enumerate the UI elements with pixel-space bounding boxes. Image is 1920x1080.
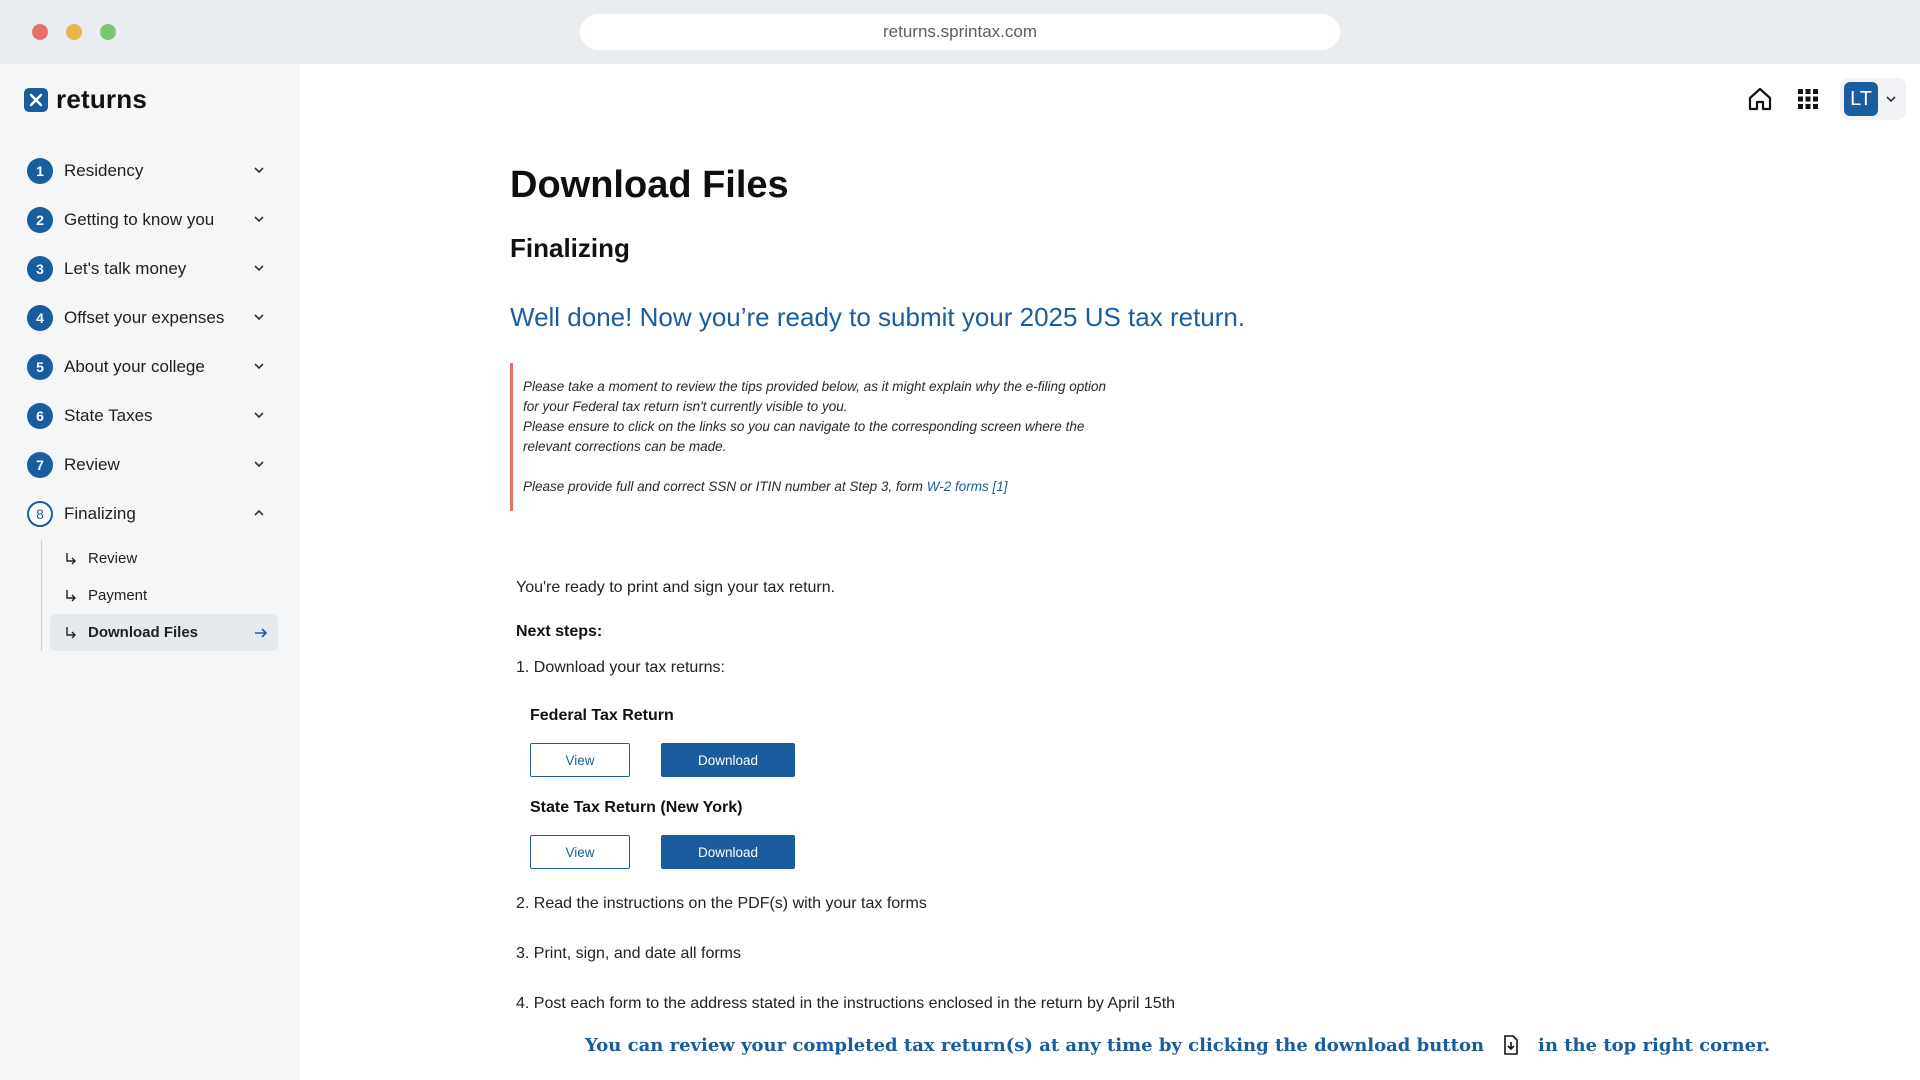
sidebar-substep-payment[interactable]: Payment <box>50 577 278 614</box>
step-navigation: 1 Residency 2 Getting to know you 3 Let'… <box>24 146 278 651</box>
page-subtitle: Finalizing <box>510 233 630 263</box>
substep-label: Review <box>88 550 138 567</box>
review-footnote: You can review your completed tax return… <box>585 1034 1770 1056</box>
window-controls <box>32 24 116 40</box>
state-return-title: State Tax Return (New York) <box>530 799 743 816</box>
federal-view-button[interactable]: View <box>530 743 630 777</box>
tax-returns-downloads: Federal Tax Return View Download State T… <box>530 707 1810 869</box>
chevron-down-icon <box>254 216 264 223</box>
footnote-text-before: You can review your completed tax return… <box>585 1034 1485 1056</box>
notice-line: Please provide full and correct SSN or I… <box>523 477 1210 497</box>
next-step-4: 4. Post each form to the address stated … <box>516 995 1176 1012</box>
sidebar-substep-review[interactable]: Review <box>50 540 278 577</box>
return-arrow-icon <box>66 552 76 564</box>
substep-label: Download Files <box>88 624 199 641</box>
notice-ssn-text: Please provide full and correct SSN or I… <box>523 479 923 494</box>
step-label: Getting to know you <box>64 209 215 229</box>
home-icon <box>1748 87 1772 111</box>
success-message: Well done! Now you’re ready to submit yo… <box>510 302 1246 332</box>
header-actions: LT <box>1744 78 1906 120</box>
chevron-down-icon <box>254 363 264 370</box>
step-number: 3 <box>27 255 53 282</box>
step-label: Finalizing <box>64 503 136 523</box>
step-number: 4 <box>27 304 53 331</box>
address-bar-url: returns.sprintax.com <box>883 22 1037 41</box>
step-label: Offset your expenses <box>64 307 225 327</box>
minimize-window-button[interactable] <box>66 24 82 40</box>
sidebar-step-getting-to-know-you[interactable]: 2 Getting to know you <box>24 195 278 244</box>
step-label: About your college <box>64 356 205 376</box>
sidebar-step-offset-your-expenses[interactable]: 4 Offset your expenses <box>24 293 278 342</box>
sidebar-step-about-your-college[interactable]: 5 About your college <box>24 342 278 391</box>
return-arrow-icon <box>66 589 76 601</box>
notice-line: Please take a moment to review the tips … <box>523 379 1107 394</box>
close-window-button[interactable] <box>32 24 48 40</box>
step-label: State Taxes <box>64 405 153 425</box>
main-content: LT Download Files Finalizing Well done! … <box>300 64 1920 1080</box>
step-number: 1 <box>27 157 53 184</box>
efiling-notice: Please take a moment to review the tips … <box>510 363 1210 511</box>
apps-grid-icon <box>1798 89 1818 109</box>
browser-chrome: returns.sprintax.com <box>0 0 1920 64</box>
finalizing-substeps: Review Payment Download Files <box>41 540 278 651</box>
sidebar-step-review[interactable]: 7 Review <box>24 440 278 489</box>
address-bar[interactable]: returns.sprintax.com <box>580 14 1340 50</box>
sidebar-step-residency[interactable]: 1 Residency <box>24 146 278 195</box>
state-download-button[interactable]: Download <box>661 835 795 869</box>
step-number: 2 <box>27 206 53 233</box>
chevron-down-icon <box>254 314 264 321</box>
sidebar-step-lets-talk-money[interactable]: 3 Let's talk money <box>24 244 278 293</box>
chevron-down-icon <box>254 265 264 272</box>
footnote-text-after: in the top right corner. <box>1538 1034 1771 1056</box>
notice-line: for your Federal tax return isn't curren… <box>523 399 848 414</box>
w2-forms-link[interactable]: W-2 forms [1] <box>927 479 1008 494</box>
next-steps-heading: Next steps: <box>516 623 603 640</box>
page-content: Download Files Finalizing Well done! Now… <box>510 164 1810 1013</box>
logo-icon <box>24 87 48 112</box>
chevron-down-icon <box>254 461 264 468</box>
user-menu[interactable]: LT <box>1840 78 1906 120</box>
file-download-icon <box>1504 1035 1518 1055</box>
state-view-button[interactable]: View <box>530 835 630 869</box>
step-number: 8 <box>27 500 53 527</box>
avatar: LT <box>1844 82 1878 116</box>
sidebar-substep-download-files[interactable]: Download Files <box>50 614 278 651</box>
step-number: 5 <box>27 353 53 380</box>
notice-line: relevant corrections can be made. <box>523 439 727 454</box>
chevron-up-icon <box>254 509 264 516</box>
notice-line: Please ensure to click on the links so y… <box>523 419 1085 434</box>
ready-text: You're ready to print and sign your tax … <box>516 579 836 596</box>
return-arrow-icon <box>66 626 76 638</box>
sidebar-step-state-taxes[interactable]: 6 State Taxes <box>24 391 278 440</box>
chevron-down-icon <box>254 167 264 174</box>
page-title: Download Files <box>510 164 789 206</box>
step-number: 6 <box>27 402 53 429</box>
arrow-right-icon <box>255 628 268 638</box>
sidebar-step-finalizing[interactable]: 8 Finalizing <box>24 489 278 538</box>
federal-download-button[interactable]: Download <box>661 743 795 777</box>
sidebar: returns 1 Residency 2 Getting to know yo… <box>0 64 300 1080</box>
next-step-1: 1. Download your tax returns: <box>516 659 725 676</box>
federal-return-actions: View Download <box>530 743 1810 777</box>
chevron-down-icon <box>1886 96 1896 103</box>
next-step-2: 2. Read the instructions on the PDF(s) w… <box>516 895 927 912</box>
substep-label: Payment <box>88 587 148 604</box>
federal-return-title: Federal Tax Return <box>530 707 674 724</box>
chevron-down-icon <box>254 412 264 419</box>
next-step-3: 3. Print, sign, and date all forms <box>516 945 741 962</box>
step-label: Review <box>64 454 120 474</box>
step-label: Let's talk money <box>64 258 187 278</box>
maximize-window-button[interactable] <box>100 24 116 40</box>
step-number: 7 <box>27 451 53 478</box>
home-button[interactable] <box>1744 83 1776 115</box>
apps-button[interactable] <box>1792 83 1824 115</box>
app-logo[interactable]: returns <box>24 84 147 115</box>
logo-text: returns <box>56 84 147 114</box>
step-label: Residency <box>64 160 144 180</box>
state-return-actions: View Download <box>530 835 1810 869</box>
